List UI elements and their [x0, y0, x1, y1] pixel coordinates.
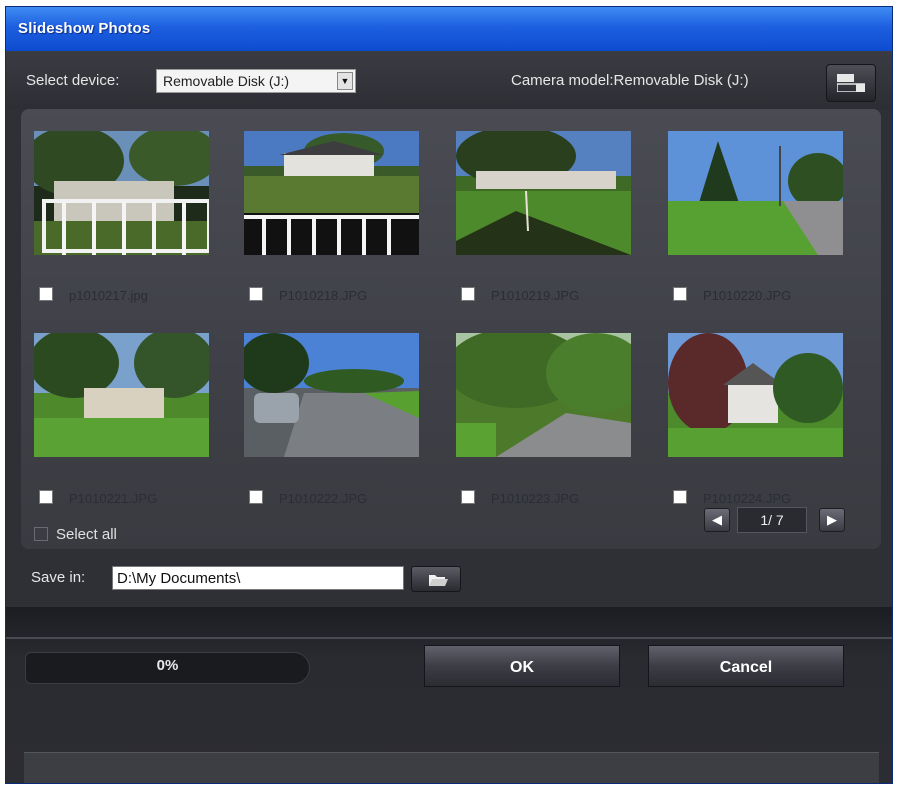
photo-thumbnail[interactable] [244, 131, 419, 255]
photo-checkbox[interactable] [39, 490, 53, 504]
photo-image [34, 131, 209, 255]
photo-image [668, 131, 843, 255]
save-path-input[interactable]: D:\My Documents\ [112, 566, 404, 590]
ok-button[interactable]: OK [424, 645, 620, 687]
photo-checkbox[interactable] [249, 287, 263, 301]
camera-model-label: Camera model:Removable Disk (J:) [511, 72, 749, 89]
chevron-down-icon[interactable]: ▼ [337, 72, 353, 90]
photo-filename: P1010221.JPG [69, 491, 158, 506]
photo-image [456, 131, 631, 255]
photo-filename: P1010219.JPG [491, 288, 580, 303]
device-toolbar [6, 51, 892, 109]
progress-bar: 0% [25, 652, 310, 684]
save-path-value: D:\My Documents\ [117, 570, 241, 587]
photo-thumbnail[interactable] [34, 333, 209, 457]
select-all-label[interactable]: Select all [56, 526, 117, 543]
arrow-right-icon: ▶ [827, 512, 837, 527]
photo-thumbnail[interactable] [668, 333, 843, 457]
camera-view-button[interactable] [826, 64, 876, 102]
photo-thumbnail[interactable] [244, 333, 419, 457]
camera-view-icon [837, 74, 865, 92]
photo-image [668, 333, 843, 457]
photo-thumbnail[interactable] [456, 131, 631, 255]
slideshow-photos-dialog: Slideshow Photos Select device: Removabl… [5, 6, 893, 784]
next-page-button[interactable]: ▶ [819, 508, 845, 532]
photo-filename: P1010218.JPG [279, 288, 368, 303]
save-in-label: Save in: [31, 569, 86, 586]
cancel-button[interactable]: Cancel [648, 645, 844, 687]
select-device-label: Select device: [26, 72, 120, 89]
photo-image [456, 333, 631, 457]
photo-checkbox[interactable] [673, 287, 687, 301]
divider [6, 637, 892, 639]
status-bar [24, 752, 879, 783]
photo-thumbnail[interactable] [34, 131, 209, 255]
photo-filename: P1010223.JPG [491, 491, 580, 506]
browse-folder-button[interactable] [411, 566, 461, 592]
photo-filename: P1010224.JPG [703, 491, 792, 506]
photo-checkbox[interactable] [461, 287, 475, 301]
photo-filename: P1010220.JPG [703, 288, 792, 303]
photo-checkbox[interactable] [461, 490, 475, 504]
photo-checkbox[interactable] [39, 287, 53, 301]
page-indicator: 1/ 7 [737, 507, 807, 533]
photo-thumbnail[interactable] [456, 333, 631, 457]
photo-image [34, 333, 209, 457]
photo-filename: p1010217.jpg [69, 288, 148, 303]
photo-checkbox[interactable] [249, 490, 263, 504]
device-select[interactable]: Removable Disk (J:) ▼ [156, 69, 356, 93]
photo-checkbox[interactable] [673, 490, 687, 504]
photo-image [244, 333, 419, 457]
title-bar[interactable]: Slideshow Photos [6, 7, 892, 51]
select-all-checkbox[interactable] [34, 527, 48, 541]
progress-percent: 0% [156, 657, 179, 674]
window-title: Slideshow Photos [18, 20, 151, 37]
photo-image [244, 131, 419, 255]
photo-thumbnail[interactable] [668, 131, 843, 255]
device-select-value: Removable Disk (J:) [163, 73, 290, 89]
prev-page-button[interactable]: ◀ [704, 508, 730, 532]
folder-icon [429, 575, 448, 586]
arrow-left-icon: ◀ [712, 512, 722, 527]
photo-filename: P1010222.JPG [279, 491, 368, 506]
